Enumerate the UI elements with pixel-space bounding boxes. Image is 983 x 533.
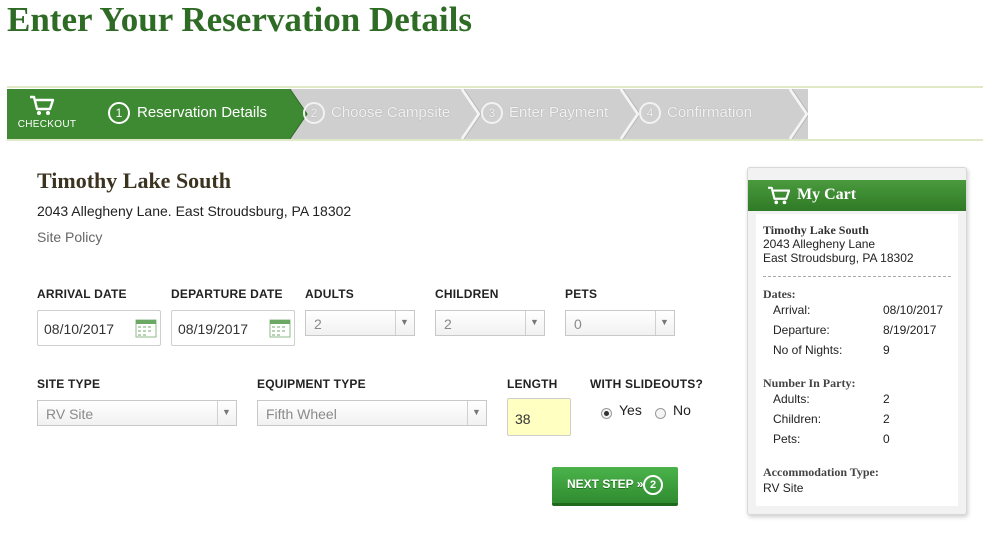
cart-title: My Cart xyxy=(797,186,857,203)
arrival-date-input[interactable]: 08/10/2017 xyxy=(37,310,161,346)
chevron-down-icon[interactable]: ▼ xyxy=(525,311,544,335)
length-value: 38 xyxy=(515,411,531,427)
cart-adults-value: 2 xyxy=(883,392,890,406)
cart-children-value: 2 xyxy=(883,412,890,426)
next-step-number: 2 xyxy=(643,475,663,495)
children-value: 2 xyxy=(444,316,452,332)
campground-address: 2043 Allegheny Lane. East Stroudsburg, P… xyxy=(37,203,352,219)
cart-pets-label: Pets: xyxy=(773,432,801,446)
cart-pets-value: 0 xyxy=(883,432,890,446)
cart-children-label: Children: xyxy=(773,412,822,426)
site-type-value: RV Site xyxy=(46,406,94,422)
site-type-label: SITE TYPE xyxy=(37,377,101,391)
cart-party-heading: Number In Party: xyxy=(763,376,856,390)
arrival-date-label: ARRIVAL DATE xyxy=(37,287,127,301)
departure-date-input[interactable]: 08/19/2017 xyxy=(171,310,295,346)
chevron-down-icon[interactable]: ▼ xyxy=(655,311,674,335)
page-title: Enter Your Reservation Details xyxy=(7,0,472,39)
length-label: LENGTH xyxy=(507,377,558,391)
cart-address-line1: 2043 Allegheny Lane xyxy=(763,237,876,251)
cart-campground-name: Timothy Lake South xyxy=(763,223,869,237)
cart-icon xyxy=(768,186,791,205)
chevron-down-icon[interactable]: ▼ xyxy=(217,401,236,425)
step-number: 1 xyxy=(108,102,130,124)
chevron-down-icon[interactable]: ▼ xyxy=(395,311,414,335)
cart-arrival-label: Arrival: xyxy=(773,303,811,317)
step-number: 4 xyxy=(639,102,661,124)
departure-date-label: DEPARTURE DATE xyxy=(171,287,283,301)
checkout-badge: CHECKOUT xyxy=(7,89,87,139)
site-policy-link[interactable]: Site Policy xyxy=(37,229,102,245)
step-number: 3 xyxy=(481,102,503,124)
equipment-type-select[interactable]: Fifth Wheel ▼ xyxy=(257,400,487,426)
adults-select[interactable]: 2 ▼ xyxy=(305,310,415,336)
length-input[interactable]: 38 xyxy=(507,398,571,436)
step-label: Confirmation xyxy=(667,104,753,121)
cart-address-line2: East Stroudsburg, PA 18302 xyxy=(763,251,914,265)
slideouts-no-label[interactable]: No xyxy=(673,402,691,418)
adults-value: 2 xyxy=(314,316,322,332)
cart-departure-label: Departure: xyxy=(773,323,830,337)
arrival-date-value: 08/10/2017 xyxy=(44,321,115,337)
calendar-icon[interactable] xyxy=(135,318,157,338)
pets-select[interactable]: 0 ▼ xyxy=(565,310,675,336)
departure-date-value: 08/19/2017 xyxy=(178,321,249,337)
pets-value: 0 xyxy=(574,316,582,332)
step-number: 2 xyxy=(303,102,325,124)
equipment-type-label: EQUIPMENT TYPE xyxy=(257,377,366,391)
pets-label: PETS xyxy=(565,287,598,301)
next-step-button[interactable]: NEXT STEP » 2 xyxy=(552,467,678,503)
cart-nights-value: 9 xyxy=(883,343,890,357)
chevron-down-icon[interactable]: ▼ xyxy=(467,401,486,425)
slideouts-label: WITH SLIDEOUTS? xyxy=(590,377,703,391)
slideouts-yes-label[interactable]: Yes xyxy=(619,402,642,418)
next-step-label: NEXT STEP » xyxy=(567,477,644,491)
slideouts-no-radio[interactable] xyxy=(655,408,666,419)
cart-body: Timothy Lake South 2043 Allegheny Lane E… xyxy=(756,214,958,506)
slideouts-yes-radio[interactable] xyxy=(601,408,612,419)
site-type-select[interactable]: RV Site ▼ xyxy=(37,400,237,426)
cart-adults-label: Adults: xyxy=(773,392,810,406)
cart-arrival-value: 08/10/2017 xyxy=(883,303,944,317)
divider xyxy=(7,139,983,141)
cart-header: My Cart xyxy=(748,180,966,211)
checkout-label: CHECKOUT xyxy=(17,119,77,130)
step-label: Enter Payment xyxy=(509,104,609,121)
campground-name: Timothy Lake South xyxy=(37,168,231,193)
children-select[interactable]: 2 ▼ xyxy=(435,310,545,336)
my-cart-panel: My Cart Timothy Lake South 2043 Alleghen… xyxy=(747,167,967,515)
cart-departure-value: 8/19/2017 xyxy=(883,323,937,337)
calendar-icon[interactable] xyxy=(269,318,291,338)
cart-accommodation-heading: Accommodation Type: xyxy=(763,465,879,479)
adults-label: ADULTS xyxy=(305,287,354,301)
checkout-steps-bar: CHECKOUT 1 Reservation Details 2 Choose … xyxy=(7,86,983,142)
cart-dates-heading: Dates: xyxy=(763,287,796,301)
equipment-type-value: Fifth Wheel xyxy=(266,406,337,422)
step-label: Choose Campsite xyxy=(331,104,451,121)
children-label: CHILDREN xyxy=(435,287,499,301)
cart-nights-label: No of Nights: xyxy=(773,343,843,357)
divider xyxy=(763,276,951,277)
cart-icon xyxy=(30,95,55,115)
step-label: Reservation Details xyxy=(137,104,268,121)
cart-accommodation-value: RV Site xyxy=(763,481,804,495)
